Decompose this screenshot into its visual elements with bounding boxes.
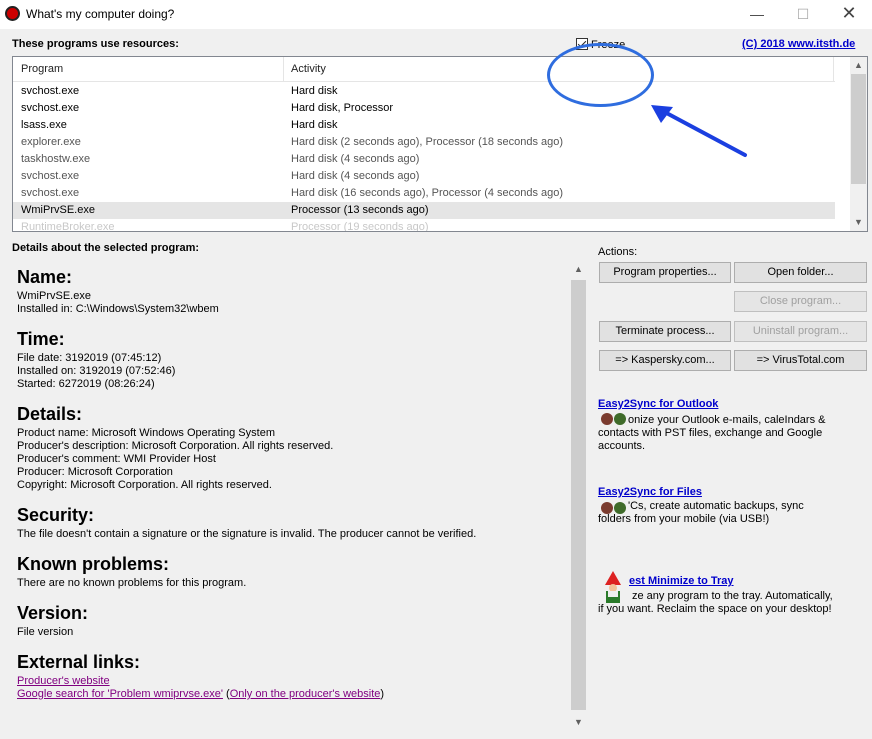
column-separator[interactable] [283,57,284,82]
terminate-process-button[interactable]: Terminate process... [599,321,731,342]
row-program: svchost.exe [21,102,80,114]
program-properties-button[interactable]: Program properties... [599,262,731,283]
programs-label: These programs use resources: [12,38,179,50]
time-heading: Time: [17,329,65,349]
installed-on: Installed on: 3192019 (07:52:46) [17,365,176,377]
row-activity: Hard disk [291,85,338,97]
maximize-button[interactable]: ☐ [780,0,826,29]
uninstall-program-button[interactable]: Uninstall program... [734,321,867,342]
scroll-thumb[interactable] [851,74,866,184]
row-program: lsass.exe [21,119,67,131]
close-program-button[interactable]: Close program... [734,291,867,312]
ad-text-outlook: onize your Outlook e-mails, caleIndars &… [598,414,826,452]
main-client-area: These programs use resources: Freeze (C)… [0,29,872,739]
list-scrollbar[interactable]: ▲ ▼ [850,57,867,231]
details-label: Details about the selected program: [12,242,200,254]
scroll-down-icon[interactable]: ▼ [570,714,587,731]
google-search-line: Google search for 'Problem wmiprvse.exe'… [17,688,384,700]
column-header-activity[interactable]: Activity [291,63,326,75]
row-program: svchost.exe [21,170,80,182]
row-activity: Hard disk (2 seconds ago), Processor (18… [291,136,564,148]
column-header-program[interactable]: Program [21,63,63,75]
row-activity: Hard disk [291,119,338,131]
scroll-up-icon[interactable]: ▲ [570,261,587,278]
row-activity: Processor (19 seconds ago) [291,221,429,232]
title-bar: What's my computer doing? — ☐ ✕ [0,0,872,29]
paren-open: ( [222,688,230,700]
row-program: taskhostw.exe [21,153,91,165]
virustotal-button[interactable]: => VirusTotal.com [734,350,867,371]
producer-website-line: Producer's website [17,675,110,687]
row-program: RuntimeBroker.exe [21,221,115,232]
scroll-up-icon[interactable]: ▲ [850,57,867,74]
column-separator[interactable] [833,57,834,82]
app-icon [5,6,20,21]
name-value: WmiPrvSE.exe [17,290,91,302]
minimize-button[interactable]: — [734,0,780,29]
started: Started: 6272019 (08:26:24) [17,378,155,390]
close-button[interactable]: ✕ [826,0,872,29]
row-activity: Hard disk (4 seconds ago) [291,153,420,165]
security-text: The file doesn't contain a signature or … [17,528,477,540]
open-folder-button[interactable]: Open folder... [734,262,867,283]
version-heading: Version: [17,603,89,623]
row-activity: Hard disk (4 seconds ago) [291,170,420,182]
known-problems-text: There are no known problems for this pro… [17,577,247,589]
annotation-arrow-icon [651,105,747,157]
row-program: WmiPrvSE.exe [21,204,95,216]
row-program: explorer.exe [21,136,81,148]
window-title: What's my computer doing? [26,7,175,21]
ad-title-outlook[interactable]: Easy2Sync for Outlook [598,398,718,410]
file-date: File date: 3192019 (07:45:12) [17,352,162,364]
list-header: Program Activity [13,57,835,82]
producer-comment: Producer's comment: WMI Provider Host [17,453,216,465]
google-search-link[interactable]: Google search for 'Problem wmiprvse.exe' [17,688,223,700]
row-activity: Hard disk (16 seconds ago), Processor (4… [291,187,564,199]
producer-description: Producer's description: Microsoft Corpor… [17,440,334,452]
row-program: svchost.exe [21,85,80,97]
product-name: Product name: Microsoft Windows Operatin… [17,427,275,439]
kaspersky-button[interactable]: => Kaspersky.com... [599,350,731,371]
version-text: File version [17,626,74,638]
ad-title-files[interactable]: Easy2Sync for Files [598,486,702,498]
list-row-selected[interactable]: WmiPrvSE.exe Processor (13 seconds ago) [13,202,835,219]
known-problems-heading: Known problems: [17,554,169,574]
ad-text-files: 'Cs, create automatic backups, sync fold… [598,500,804,525]
security-heading: Security: [17,505,95,525]
actions-label: Actions: [598,246,638,258]
ad-text-minimize: ze any program to the tray. Automaticall… [598,590,833,615]
copyright-info: Copyright: Microsoft Corporation. All ri… [17,479,272,491]
paren-close: ) [380,688,385,700]
scroll-down-icon[interactable]: ▼ [850,214,867,231]
copyright-link[interactable]: (C) 2018 www.itsth.de [742,38,855,50]
installed-in: Installed in: C:\Windows\System32\wbem [17,303,219,315]
name-heading: Name: [17,267,73,287]
producer-website-link[interactable]: Producer's website [17,675,110,687]
row-activity: Processor (13 seconds ago) [291,204,429,216]
producer: Producer: Microsoft Corporation [17,466,173,478]
annotation-circle [547,43,654,107]
external-links-heading: External links: [17,652,141,672]
details-heading: Details: [17,404,83,424]
row-activity: Hard disk, Processor [291,102,394,114]
list-row[interactable]: svchost.exe Hard disk [13,83,835,100]
details-panel: Name: WmiPrvSE.exe Installed in: C:\Wind… [12,259,587,731]
scroll-thumb[interactable] [571,280,586,710]
row-program: svchost.exe [21,187,80,199]
list-row[interactable]: RuntimeBroker.exe Processor (19 seconds … [13,219,835,232]
only-producer-link[interactable]: Only on the producer's website [230,688,381,700]
ad-title-minimize[interactable]: est Minimize to Tray [629,575,734,587]
details-scrollbar[interactable]: ▲ ▼ [570,261,587,731]
